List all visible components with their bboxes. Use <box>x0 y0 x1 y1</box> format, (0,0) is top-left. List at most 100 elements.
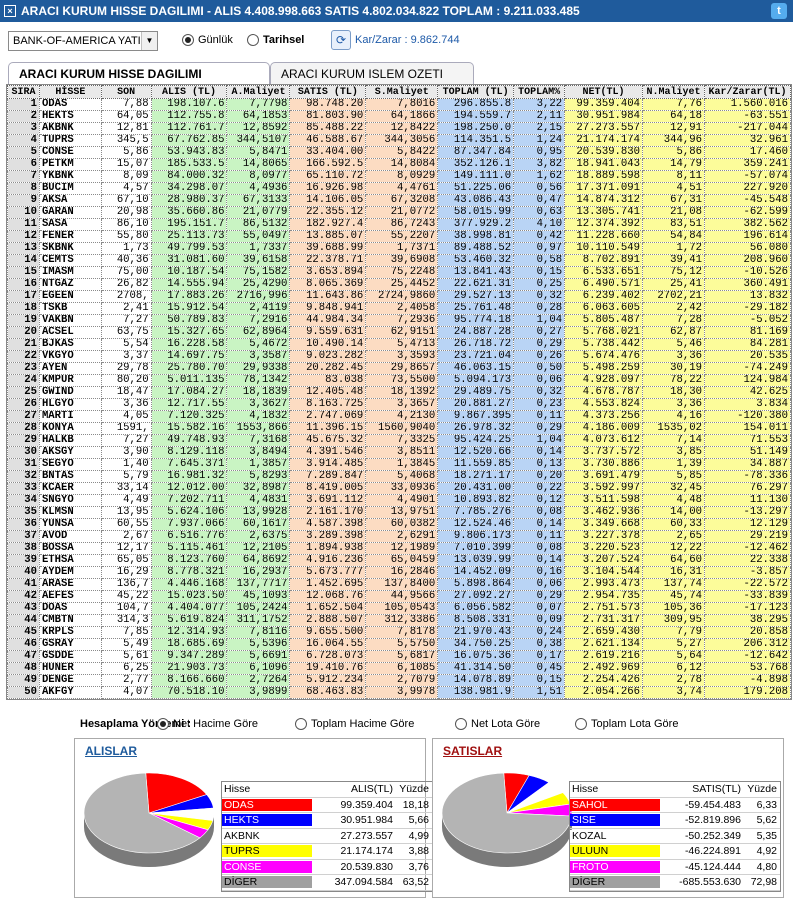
table-row[interactable]: 34 SNGYO 4,49 7.202.711 4,4831 3.691.112 4,490… <box>7 494 791 507</box>
legend-row[interactable]: DİGER -685.553.630 72,98 <box>570 875 780 891</box>
col-header-net[interactable]: NET(TL) <box>564 85 643 99</box>
table-row[interactable]: 42 AEFES 45,22 15.023.50 45,1093 12.068.76 44,… <box>7 590 791 603</box>
table-row[interactable]: 25 GWIND 18,47 17.084.27 18,1839 12.405.48 18,… <box>7 386 791 399</box>
close-icon[interactable]: × <box>4 5 16 17</box>
table-row[interactable]: 6 PETKM 15,07 185.533.5 14,8065 166.592.5 14,8… <box>7 158 791 171</box>
chevron-down-icon[interactable]: ▼ <box>141 32 157 50</box>
table-row[interactable]: 19 VAKBN 7,27 50.789.83 7,2916 44.984.34 7,293… <box>7 314 791 327</box>
refresh-icon[interactable]: ⟳ <box>331 30 351 50</box>
table-row[interactable]: 50 AKFGY 4,07 70.518.10 3,9899 68.463.83 3,997… <box>7 686 791 699</box>
col-header-a-maliyet[interactable]: A.Maliyet <box>226 85 291 99</box>
legend-row[interactable]: ODAS 99.359.404 18,18 <box>222 798 432 813</box>
table-row[interactable]: 24 KMPUR 80,20 5.011.135 78,1342 83.038 73,550… <box>7 374 791 387</box>
cell-toplam-pct: 1,24 <box>513 134 566 147</box>
table-row[interactable]: 13 SKBNK 1,73 49.799.53 1,7337 39.688.99 1,737… <box>7 242 791 255</box>
table-row[interactable]: 3 AKBNK 12,81 112.761.7 12,8592 85.488.22 12,8… <box>7 122 791 135</box>
table-row[interactable]: 26 HLGYO 3,36 12.717.55 3,3627 8.163.725 3,365… <box>7 398 791 411</box>
table-row[interactable]: 40 AYDEM 16,29 8.778.321 16,2937 5.673.777 16,… <box>7 566 791 579</box>
col-header-satis[interactable]: SATIS (TL) <box>289 85 367 99</box>
col-header-sira[interactable]: SIRA <box>7 85 40 99</box>
table-row[interactable]: 45 KRPLS 7,85 12.314.93 7,8116 9.655.500 7,817… <box>7 626 791 639</box>
table-row[interactable]: 37 AVOD 2,67 6.516.776 2,6375 3.289.398 2,6291… <box>7 530 791 543</box>
table-row[interactable]: 48 HUNER 6,25 21.903.73 6,1096 19.410.76 6,108… <box>7 662 791 675</box>
table-row[interactable]: 8 BUCIM 4,57 34.298.07 4,4936 16.926.98 4,4761… <box>7 182 791 195</box>
legend-row[interactable]: KOZAL -50.252.349 5,35 <box>570 829 780 844</box>
legend-row[interactable]: CONSE 20.539.830 3,76 <box>222 860 432 875</box>
table-row[interactable]: 39 ETHSA 65,05 8.123.760 64,8692 4.916.236 65,… <box>7 554 791 567</box>
table-row[interactable]: 21 BJKAS 5,54 16.228.58 5,4672 10.490.14 5,471… <box>7 338 791 351</box>
broker-select[interactable]: BANK-OF-AMERICA YATIRIM ▼ <box>8 31 158 51</box>
table-row[interactable]: 23 AYEN 29,78 25.780.70 29,9338 20.282.45 29,8… <box>7 362 791 375</box>
table-row[interactable]: 2 HEKTS 64,05 112.755.8 64,1853 81.803.90 64,1… <box>7 110 791 123</box>
cell-net: 3.730.886 <box>564 458 643 471</box>
col-header-n-maliyet[interactable]: N.Maliyet <box>641 85 705 99</box>
col-header-alis[interactable]: ALIS (TL) <box>150 85 228 99</box>
legend-row[interactable]: HEKTS 30.951.984 5,66 <box>222 813 432 829</box>
legend-row[interactable]: TUPRS 21.174.174 3,88 <box>222 844 432 860</box>
radio-toplam-lota-dot[interactable] <box>575 718 587 730</box>
cell-hisse: VAKBN <box>38 314 102 327</box>
radio-net-lota-dot[interactable] <box>455 718 467 730</box>
cell-hisse: ODAS <box>38 98 102 111</box>
radio-toplam-lota[interactable]: Toplam Lota Göre <box>575 718 678 730</box>
radio-net-hacim[interactable]: Net Hacime Göre <box>157 718 258 730</box>
table-row[interactable]: 4 TUPRS 345,5 67.762.85 344,5107 46.588.67 344… <box>7 134 791 147</box>
table-row[interactable]: 1 ODAS 7,88 198.107.6 7,7798 98.748.20 7,8016 2… <box>7 98 791 111</box>
table-row[interactable]: 46 GSRAY 5,49 18.685.69 5,5396 16.064.55 5,575… <box>7 638 791 651</box>
table-row[interactable]: 36 YUNSA 60,55 7.937.066 60,1617 4.587.398 60,… <box>7 518 791 531</box>
table-row[interactable]: 49 DENGE 2,77 8.166.660 2,7264 5.912.234 2,707… <box>7 674 791 687</box>
radio-net-lota[interactable]: Net Lota Göre <box>455 718 540 730</box>
table-row[interactable]: 27 MARTI 4,05 7.120.325 4,1832 2.747.069 4,213… <box>7 410 791 423</box>
table-row[interactable]: 38 BOSSA 12,17 5.115.461 12,2105 1.894.938 12,… <box>7 542 791 555</box>
table-row[interactable]: 33 KCAER 33,14 12.012.00 32,8987 8.419.005 33,… <box>7 482 791 495</box>
table-row[interactable]: 12 FENER 55,80 25.113.73 55,0497 13.885.07 55,… <box>7 230 791 243</box>
table-row[interactable]: 9 AKSA 67,10 28.980.37 67,3133 14.106.05 67,32… <box>7 194 791 207</box>
legend-row[interactable]: DİGER 347.094.584 63,52 <box>222 875 432 891</box>
radio-toplam-hacim-dot[interactable] <box>295 718 307 730</box>
table-row[interactable]: 7 YKBNK 8,09 84.000.32 8,0977 65.110.72 8,0929… <box>7 170 791 183</box>
cell-net: 6.490.571 <box>564 278 643 291</box>
legend-row[interactable]: SISE -52.819.896 5,62 <box>570 813 780 829</box>
tab-islem-ozeti[interactable]: ARACI KURUM ISLEM OZETI <box>270 62 474 84</box>
table-row[interactable]: 35 KLMSN 13,95 5.624.106 13,9928 2.161.170 13,… <box>7 506 791 519</box>
table-row[interactable]: 29 HALKB 7,27 49.748.93 7,3168 45.675.32 7,332… <box>7 434 791 447</box>
data-grid[interactable]: SIRA HİSSE SON ALIS (TL) A.Maliyet SATIS (TL)… <box>6 84 792 700</box>
table-row[interactable]: 5 CONSE 5,86 53.943.83 5,8471 33.404.00 5,8422… <box>7 146 791 159</box>
table-row[interactable]: 20 ACSEL 63,75 15.327.65 62,8964 9.559.631 62,… <box>7 326 791 339</box>
radio-tarihsel[interactable]: Tarihsel <box>247 34 304 46</box>
table-row[interactable]: 44 CMBTN 314,3 5.619.824 311,1752 2.888.507 31… <box>7 614 791 627</box>
table-row[interactable]: 16 NTGAZ 26,82 14.555.94 25,4290 8.065.369 25,… <box>7 278 791 291</box>
table-row[interactable]: 15 IMASM 75,00 10.187.54 75,1582 3.653.894 75,… <box>7 266 791 279</box>
radio-gunluk[interactable]: Günlük <box>182 34 233 46</box>
col-header-s-maliyet[interactable]: S.Maliyet <box>365 85 439 99</box>
radio-tarihsel-dot[interactable] <box>247 34 259 46</box>
col-header-toplam[interactable]: TOPLAM (TL) <box>437 85 515 99</box>
table-row[interactable]: 31 SEGYO 1,40 7.645.371 1,3857 3.914.485 1,384… <box>7 458 791 471</box>
radio-gunluk-dot[interactable] <box>182 34 194 46</box>
table-row[interactable]: 17 EGEEN 2708, 17.883.26 2716,996 11.643.86 27… <box>7 290 791 303</box>
table-row[interactable]: 47 GSDDE 5,61 9.347.289 5,6691 6.728.073 5,681… <box>7 650 791 663</box>
legend-row[interactable]: FROTO -45.124.444 4,80 <box>570 860 780 875</box>
table-row[interactable]: 32 BNTAS 5,79 16.981.32 5,8293 7.289.847 5,406… <box>7 470 791 483</box>
table-row[interactable]: 43 DOAS 104,7 4.404.077 105,2424 1.652.504 105… <box>7 602 791 615</box>
legend-row[interactable]: SAHOL -59.454.483 6,33 <box>570 798 780 813</box>
cell-sira: 45 <box>7 626 40 639</box>
table-row[interactable]: 11 SASA 86,10 195.151.7 86,5132 182.927.4 86,7… <box>7 218 791 231</box>
table-row[interactable]: 41 ARASE 136,7 4.446.168 137,7717 1.452.695 13… <box>7 578 791 591</box>
table-row[interactable]: 30 AKSGY 3,90 8.129.118 3,8494 4.391.546 3,851… <box>7 446 791 459</box>
table-row[interactable]: 18 TSKB 2,41 15.912.54 2,4119 9.848.941 2,4058… <box>7 302 791 315</box>
twitter-icon[interactable]: t <box>771 3 787 19</box>
col-header-toplam-pct[interactable]: TOPLAM% <box>513 85 566 99</box>
col-header-hisse[interactable]: HİSSE <box>38 85 102 99</box>
tab-hisse-dagilimi[interactable]: ARACI KURUM HISSE DAGILIMI <box>8 62 270 84</box>
col-header-kar-zarar[interactable]: Kar/Zarar(TL) <box>703 85 791 99</box>
radio-net-hacim-dot[interactable] <box>157 718 169 730</box>
radio-toplam-hacim[interactable]: Toplam Hacime Göre <box>295 718 414 730</box>
table-row[interactable]: 14 CEMTS 40,36 31.081.60 39,6158 22.378.71 39,… <box>7 254 791 267</box>
col-header-son[interactable]: SON <box>100 85 152 99</box>
table-row[interactable]: 28 KONYA 1591, 15.582.16 1553,866 11.396.15 15… <box>7 422 791 435</box>
legend-row[interactable]: ULUUN -46.224.891 4,92 <box>570 844 780 860</box>
table-row[interactable]: 10 GARAN 20,98 35.660.86 21,0779 22.355.12 21,… <box>7 206 791 219</box>
legend-row[interactable]: AKBNK 27.273.557 4,99 <box>222 829 432 844</box>
table-row[interactable]: 22 VKGYO 3,37 14.697.75 3,3587 9.023.282 3,359… <box>7 350 791 363</box>
